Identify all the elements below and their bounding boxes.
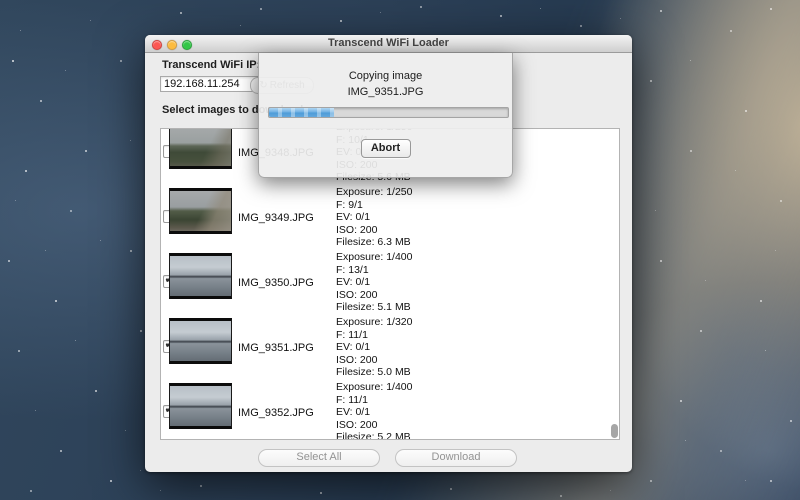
exif-f: F: 11/1 bbox=[336, 329, 412, 342]
abort-button[interactable]: Abort bbox=[361, 139, 411, 158]
exif-iso: ISO: 200 bbox=[336, 354, 412, 367]
exif-exposure: Exposure: 1/400 bbox=[336, 381, 412, 394]
close-button[interactable] bbox=[152, 40, 162, 50]
photo-thumbnail bbox=[169, 128, 232, 169]
exif-iso: ISO: 200 bbox=[336, 419, 412, 432]
exif-ev: EV: 0/1 bbox=[336, 341, 412, 354]
desktop: Transcend WiFi Loader Transcend WiFi IP:… bbox=[0, 0, 800, 500]
image-filename: IMG_9351.JPG bbox=[238, 342, 314, 354]
exif-filesize: Filesize: 6.3 MB bbox=[336, 236, 412, 249]
exif-info: Exposure: 1/320 F: 11/1 EV: 0/1 ISO: 200… bbox=[336, 316, 412, 379]
scrollbar-thumb[interactable] bbox=[611, 424, 618, 438]
exif-filesize: Filesize: 5.1 MB bbox=[336, 301, 412, 314]
photo-thumbnail bbox=[169, 188, 232, 234]
progress-bar bbox=[268, 107, 509, 118]
ip-input[interactable] bbox=[160, 76, 258, 92]
exif-exposure: Exposure: 1/250 bbox=[336, 186, 412, 199]
exif-iso: ISO: 200 bbox=[336, 224, 412, 237]
exif-f: F: 11/1 bbox=[336, 394, 412, 407]
exif-filesize: Filesize: 5.0 MB bbox=[336, 366, 412, 379]
image-filename: IMG_9352.JPG bbox=[238, 407, 314, 419]
zoom-button[interactable] bbox=[182, 40, 192, 50]
exif-ev: EV: 0/1 bbox=[336, 211, 412, 224]
window-titlebar[interactable]: Transcend WiFi Loader bbox=[145, 35, 632, 53]
exif-info: Exposure: 1/400 F: 11/1 EV: 0/1 ISO: 200… bbox=[336, 381, 412, 440]
photo-thumbnail bbox=[169, 383, 232, 429]
sheet-filename: IMG_9351.JPG bbox=[259, 86, 512, 98]
progress-fill bbox=[269, 108, 334, 117]
minimize-button[interactable] bbox=[167, 40, 177, 50]
exif-iso: ISO: 200 bbox=[336, 289, 412, 302]
copy-progress-sheet: Copying image IMG_9351.JPG Abort bbox=[258, 53, 513, 178]
image-row: IMG_9352.JPG Exposure: 1/400 F: 11/1 EV:… bbox=[161, 379, 619, 440]
download-button[interactable]: Download bbox=[395, 449, 517, 467]
exif-exposure: Exposure: 1/320 bbox=[336, 316, 412, 329]
app-window: Transcend WiFi Loader Transcend WiFi IP:… bbox=[145, 35, 632, 472]
image-filename: IMG_9349.JPG bbox=[238, 212, 314, 224]
exif-info: Exposure: 1/250 F: 9/1 EV: 0/1 ISO: 200 … bbox=[336, 186, 412, 249]
exif-ev: EV: 0/1 bbox=[336, 276, 412, 289]
image-row: IMG_9349.JPG Exposure: 1/250 F: 9/1 EV: … bbox=[161, 184, 619, 249]
exif-exposure: Exposure: 1/400 bbox=[336, 251, 412, 264]
photo-thumbnail bbox=[169, 318, 232, 364]
exif-ev: EV: 0/1 bbox=[336, 406, 412, 419]
exif-f: F: 13/1 bbox=[336, 264, 412, 277]
window-title: Transcend WiFi Loader bbox=[145, 35, 632, 52]
ip-field-label: Transcend WiFi IP: bbox=[162, 59, 260, 71]
exif-filesize: Filesize: 5.2 MB bbox=[336, 431, 412, 440]
exif-f: F: 9/1 bbox=[336, 199, 412, 212]
stars-dim bbox=[0, 0, 1, 1]
select-all-button[interactable]: Select All bbox=[258, 449, 380, 467]
image-row: IMG_9351.JPG Exposure: 1/320 F: 11/1 EV:… bbox=[161, 314, 619, 379]
image-filename: IMG_9350.JPG bbox=[238, 277, 314, 289]
sheet-title: Copying image bbox=[259, 70, 512, 82]
image-row: IMG_9350.JPG Exposure: 1/400 F: 13/1 EV:… bbox=[161, 249, 619, 314]
exif-info: Exposure: 1/400 F: 13/1 EV: 0/1 ISO: 200… bbox=[336, 251, 412, 314]
photo-thumbnail bbox=[169, 253, 232, 299]
